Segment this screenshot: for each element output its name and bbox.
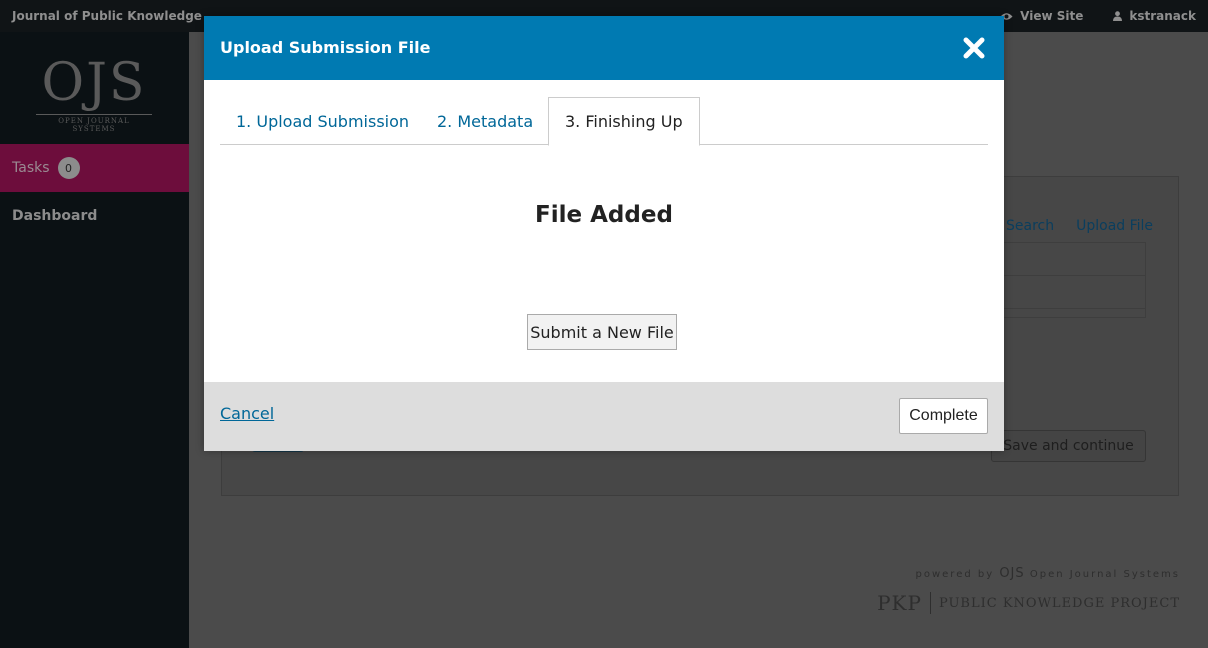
cancel-link[interactable]: Cancel: [220, 404, 274, 423]
powered-by-line: powered by OJS Open Journal Systems: [877, 566, 1180, 581]
sidebar-item-dashboard[interactable]: Dashboard: [12, 208, 97, 224]
pkp-full-text: PUBLIC KNOWLEDGE PROJECT: [938, 595, 1180, 611]
sidebar: OJS OPEN JOURNAL SYSTEMS Tasks 0 Dashboa…: [0, 32, 189, 648]
modal-footer: Cancel Complete: [204, 382, 1004, 451]
complete-button[interactable]: Complete: [899, 398, 988, 434]
pkp-footer-brand: powered by OJS Open Journal Systems PKP …: [877, 566, 1180, 615]
upload-file-link: Upload File: [1076, 218, 1154, 234]
powered-by-text: powered by: [915, 569, 995, 580]
username-label: kstranack: [1129, 9, 1196, 23]
modal-tabs: 1. Upload Submission 2. Metadata 3. Fini…: [220, 97, 988, 146]
file-added-heading: File Added: [535, 202, 673, 228]
view-site-label: View Site: [1020, 9, 1084, 23]
modal-title: Upload Submission File: [220, 38, 431, 57]
background-file-table: [1004, 242, 1146, 318]
tab-metadata[interactable]: 2. Metadata: [421, 97, 549, 145]
submit-new-file-button[interactable]: Submit a New File: [527, 314, 677, 350]
table-row: [1004, 276, 1145, 309]
user-menu[interactable]: kstranack: [1113, 9, 1196, 23]
modal-header: Upload Submission File: [204, 16, 1004, 80]
close-icon[interactable]: [962, 36, 986, 60]
tab-finishing-up[interactable]: 3. Finishing Up: [548, 97, 700, 146]
site-name-link[interactable]: Journal of Public Knowledge: [12, 9, 202, 23]
tasks-label: Tasks: [12, 160, 50, 176]
pkp-text: PKP: [877, 591, 922, 615]
search-link: Search: [1006, 218, 1055, 234]
view-site-link[interactable]: View Site: [1000, 9, 1083, 23]
pkp-line: PKP PUBLIC KNOWLEDGE PROJECT: [877, 591, 1180, 615]
user-icon: [1113, 11, 1123, 21]
pkp-divider: [929, 592, 931, 614]
ojs-text: OJS: [999, 566, 1025, 581]
tasks-count-badge: 0: [57, 157, 80, 179]
upload-submission-modal: Upload Submission File 1. Upload Submiss…: [204, 16, 1004, 451]
logo-text: OJS: [41, 53, 147, 113]
logo-rule: [36, 114, 152, 115]
ojs-logo[interactable]: OJS OPEN JOURNAL SYSTEMS: [36, 54, 152, 134]
background-links: Search Upload File: [1006, 218, 1153, 234]
ojs-full-text: Open Journal Systems: [1029, 569, 1180, 580]
sidebar-item-tasks[interactable]: Tasks 0: [0, 144, 189, 192]
tab-upload-submission[interactable]: 1. Upload Submission: [220, 97, 425, 145]
table-row: [1004, 243, 1145, 276]
save-continue-button: Save and continue: [991, 430, 1146, 462]
logo-subtext: OPEN JOURNAL SYSTEMS: [58, 117, 130, 133]
